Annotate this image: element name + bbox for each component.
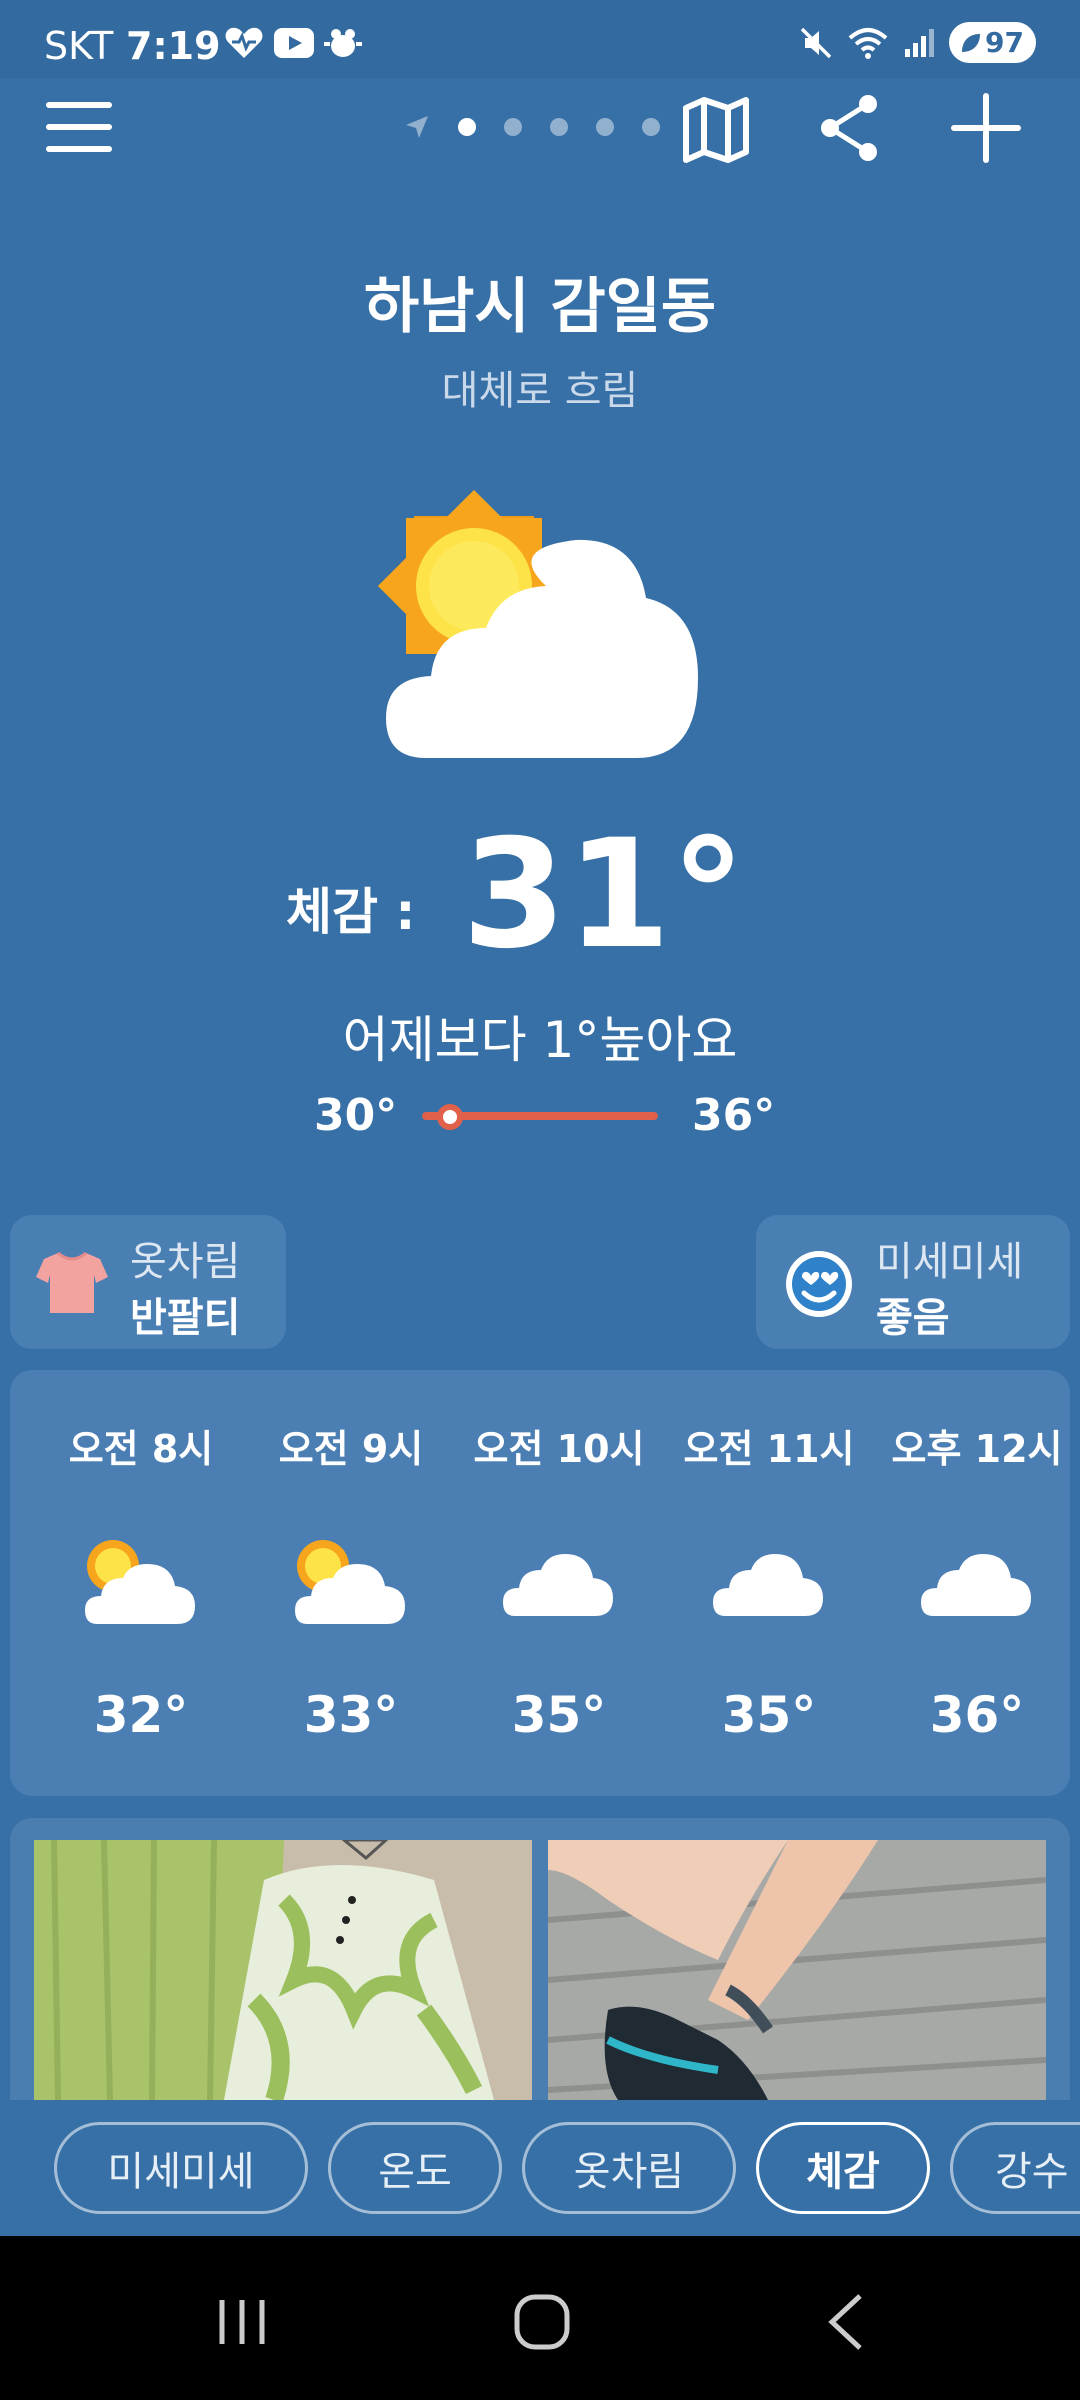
hour-time: 오전 9시 <box>278 1427 424 1471</box>
hour-time: 오전 8시 <box>68 1427 214 1471</box>
hourly-item: 오전 9시 33° <box>246 1370 456 1796</box>
page-dot[interactable] <box>596 118 614 136</box>
hour-time: 오후 12시 <box>891 1427 1063 1471</box>
fine-dust-chip[interactable]: 미세미세 좋음 <box>756 1215 1070 1349</box>
feels-like-label: 체감 : <box>286 883 416 941</box>
signal-icon <box>905 28 935 57</box>
ad-banner[interactable] <box>10 1818 1070 2100</box>
tab-feels-like[interactable]: 체감 <box>756 2122 930 2214</box>
status-bar: SKT 7:19 97 <box>0 0 1080 78</box>
back-icon[interactable] <box>824 2292 868 2352</box>
clothing-chip[interactable]: 옷차림 반팔티 <box>10 1215 286 1349</box>
mute-icon <box>800 27 832 58</box>
tab-precipitation[interactable]: 강수 <box>950 2122 1080 2214</box>
hour-temp: 35° <box>721 1686 817 1744</box>
clothing-value: 반팔티 <box>130 1295 241 1341</box>
add-icon[interactable] <box>948 90 1024 166</box>
clothing-title: 옷차림 <box>130 1239 241 1285</box>
partly-cloudy-icon <box>295 1540 405 1624</box>
location-name: 하남시 감일동 <box>363 272 717 342</box>
hour-temp: 36° <box>929 1686 1025 1744</box>
fine-dust-value: 좋음 <box>876 1295 950 1341</box>
page-dot[interactable] <box>550 118 568 136</box>
carrier-label: SKT <box>44 24 114 68</box>
cloud-icon <box>503 1554 613 1616</box>
hour-temp: 35° <box>511 1686 607 1744</box>
partly-cloudy-icon <box>377 489 698 758</box>
bug-app-icon <box>324 29 362 57</box>
youtube-icon <box>274 28 314 58</box>
share-icon[interactable] <box>812 90 888 166</box>
hour-temp: 33° <box>303 1686 399 1744</box>
notification-icons <box>224 26 362 60</box>
max-temp: 36° <box>692 1090 776 1141</box>
system-navigation-bar <box>0 2236 1080 2400</box>
weather-condition: 대체로 흐림 <box>441 368 639 414</box>
smiley-heart-eyes-icon <box>786 1251 852 1317</box>
page-dot[interactable] <box>458 118 476 136</box>
hour-time: 오전 10시 <box>473 1427 645 1471</box>
hourly-item: 오전 8시 32° <box>36 1370 246 1796</box>
tshirt-icon <box>36 1251 108 1313</box>
ad-clothing-image[interactable] <box>34 1840 532 2100</box>
fine-dust-title: 미세미세 <box>876 1239 1024 1285</box>
system-icons: 97 <box>799 22 1036 63</box>
battery-level: 97 <box>985 26 1024 59</box>
top-bar <box>0 78 1080 178</box>
tab-fine-dust[interactable]: 미세미세 <box>54 2122 308 2214</box>
menu-button[interactable] <box>44 92 116 164</box>
page-dot[interactable] <box>642 118 660 136</box>
leaf-icon <box>962 33 981 52</box>
page-indicator <box>404 114 660 140</box>
cloud-icon <box>713 1554 823 1616</box>
partly-cloudy-icon <box>85 1540 195 1624</box>
feels-like-temp: 31° <box>462 808 746 982</box>
hourly-item: 오후 12시 36° <box>872 1370 1070 1796</box>
ad-shoes-image[interactable] <box>548 1840 1046 2100</box>
hour-temp: 32° <box>93 1686 189 1744</box>
temp-range-marker <box>437 1104 464 1130</box>
heart-app-icon <box>225 27 263 58</box>
min-temp: 30° <box>314 1090 398 1141</box>
wifi-icon <box>848 27 888 59</box>
hourly-forecast[interactable]: 오전 8시 32° 오전 9시 33° 오전 10시 35° 오전 11시 35… <box>10 1370 1070 1796</box>
hourly-item: 오전 11시 35° <box>664 1370 874 1796</box>
location-arrow-icon <box>406 116 428 138</box>
home-icon[interactable] <box>512 2292 572 2352</box>
map-icon[interactable] <box>678 90 754 166</box>
cloud-icon <box>921 1554 1031 1616</box>
clock: 7:19 <box>126 24 221 68</box>
yesterday-comparison: 어제보다 1°높아요 <box>342 1011 738 1069</box>
page-dot[interactable] <box>504 118 522 136</box>
hourly-item: 오전 10시 35° <box>454 1370 664 1796</box>
hour-time: 오전 11시 <box>683 1427 855 1471</box>
battery-indicator: 97 <box>949 22 1036 63</box>
recent-apps-icon[interactable] <box>214 2294 270 2350</box>
tab-clothing[interactable]: 옷차림 <box>522 2122 736 2214</box>
tab-temperature[interactable]: 온도 <box>328 2122 502 2214</box>
category-tab-bar: 미세미세 온도 옷차림 체감 강수 <box>0 2100 1080 2236</box>
